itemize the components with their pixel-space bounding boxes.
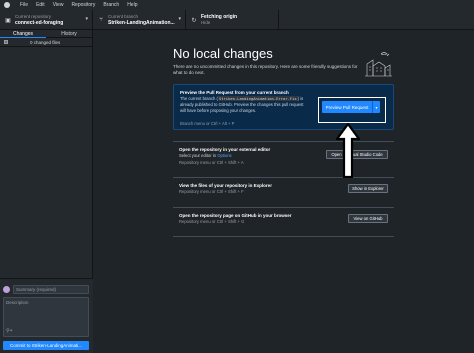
current-branch-button[interactable]: ⑂ Current branch Striken-LandingAnimatio…: [93, 10, 186, 30]
summary-input[interactable]: Summary (required): [13, 285, 89, 294]
fetch-origin-button[interactable]: ↻ Fetching origin Hide: [186, 10, 279, 30]
commit-button[interactable]: Commit to Striken-LandingAnimati...: [3, 341, 89, 350]
github-card-title: Open the repository page on GitHub in yo…: [179, 213, 292, 218]
explorer-card-title: View the files of your repository in Exp…: [179, 183, 272, 188]
city-illustration-icon: [365, 52, 392, 77]
branch-name: Striken-LandingAnimation...: [108, 20, 175, 26]
menu-file[interactable]: File: [20, 2, 28, 8]
changes-header: 0 changed files: [0, 38, 92, 47]
tab-changes[interactable]: Changes: [0, 30, 46, 38]
chevron-down-icon: ▾: [178, 16, 181, 22]
arrow-up-icon: [336, 123, 360, 178]
open-editor-card: Open the repository in your external edi…: [173, 141, 394, 177]
show-in-explorer-button[interactable]: Show in Explorer: [348, 184, 388, 193]
toolbar: ▣ Current repository connect-ed-foraging…: [0, 10, 474, 30]
editor-card-description: Select your editor in Options: [179, 153, 232, 159]
github-logo-icon: [2, 0, 12, 10]
menu-branch[interactable]: Branch: [103, 2, 119, 8]
sidebar: Changes History 0 changed files Summary …: [0, 30, 93, 353]
preview-pull-request-button[interactable]: Preview Pull Request ▾: [322, 101, 380, 113]
github-card-hint: Repository menu or Ctrl + Shift + G: [179, 219, 245, 224]
repository-icon: ▣: [5, 17, 11, 24]
preview-pull-request-label: Preview Pull Request: [325, 104, 369, 110]
menu-edit[interactable]: Edit: [36, 2, 45, 8]
current-repository-button[interactable]: ▣ Current repository connect-ed-foraging…: [0, 10, 93, 30]
main-panel: No local changes There are no uncommitte…: [93, 30, 474, 353]
sync-icon: ↻: [191, 17, 197, 24]
chevron-down-icon[interactable]: ▾: [372, 101, 380, 113]
preview-card-title: Preview the Pull Request from your curre…: [180, 90, 289, 95]
page-subtitle: There are no uncommitted changes in this…: [173, 64, 358, 75]
branch-icon: ⑂: [99, 17, 103, 23]
preview-card-hint: Branch menu or Ctrl + Alt + P: [180, 121, 235, 126]
editor-card-title: Open the repository in your external edi…: [179, 147, 271, 152]
menu-help[interactable]: Help: [127, 2, 137, 8]
editor-desc-text: Select your editor in: [179, 153, 218, 158]
description-input[interactable]: Description ⚲+: [3, 297, 89, 337]
show-explorer-card: View the files of your repository in Exp…: [173, 177, 394, 207]
preview-pull-request-highlight: Preview Pull Request ▾: [318, 97, 386, 123]
menu-repository[interactable]: Repository: [71, 2, 95, 8]
select-all-checkbox[interactable]: [4, 40, 8, 44]
preview-desc-text: The current branch (: [180, 96, 218, 101]
tab-history[interactable]: History: [46, 30, 92, 38]
branch-code: Striken-LandingAnimation-Error-Fix: [217, 96, 298, 101]
commit-area: Summary (required) Description ⚲+ Commit…: [0, 278, 93, 353]
avatar: [3, 286, 10, 293]
sidebar-tabs: Changes History: [0, 30, 92, 38]
editor-card-hint: Repository menu or Ctrl + Shift + A: [179, 160, 244, 165]
page-title: No local changes: [173, 46, 273, 61]
repository-name: connect-ed-foraging: [15, 20, 64, 26]
add-coauthor-icon[interactable]: ⚲+: [6, 328, 13, 334]
menu-view[interactable]: View: [53, 2, 64, 8]
fetch-status: Hide: [201, 20, 211, 25]
menu-bar: File Edit View Repository Branch Help: [0, 0, 474, 10]
explorer-card-hint: Repository menu or Ctrl + Shift + F: [179, 189, 244, 194]
options-link[interactable]: Options: [217, 153, 231, 158]
changed-files-count: 0 changed files: [30, 39, 61, 45]
chevron-down-icon: ▾: [85, 16, 88, 22]
view-on-github-button[interactable]: View on GitHub: [348, 214, 388, 223]
preview-card-description: The current branch (Striken-LandingAnima…: [180, 96, 310, 114]
description-placeholder: Description: [6, 300, 29, 305]
view-on-github-card: Open the repository page on GitHub in yo…: [173, 207, 394, 237]
